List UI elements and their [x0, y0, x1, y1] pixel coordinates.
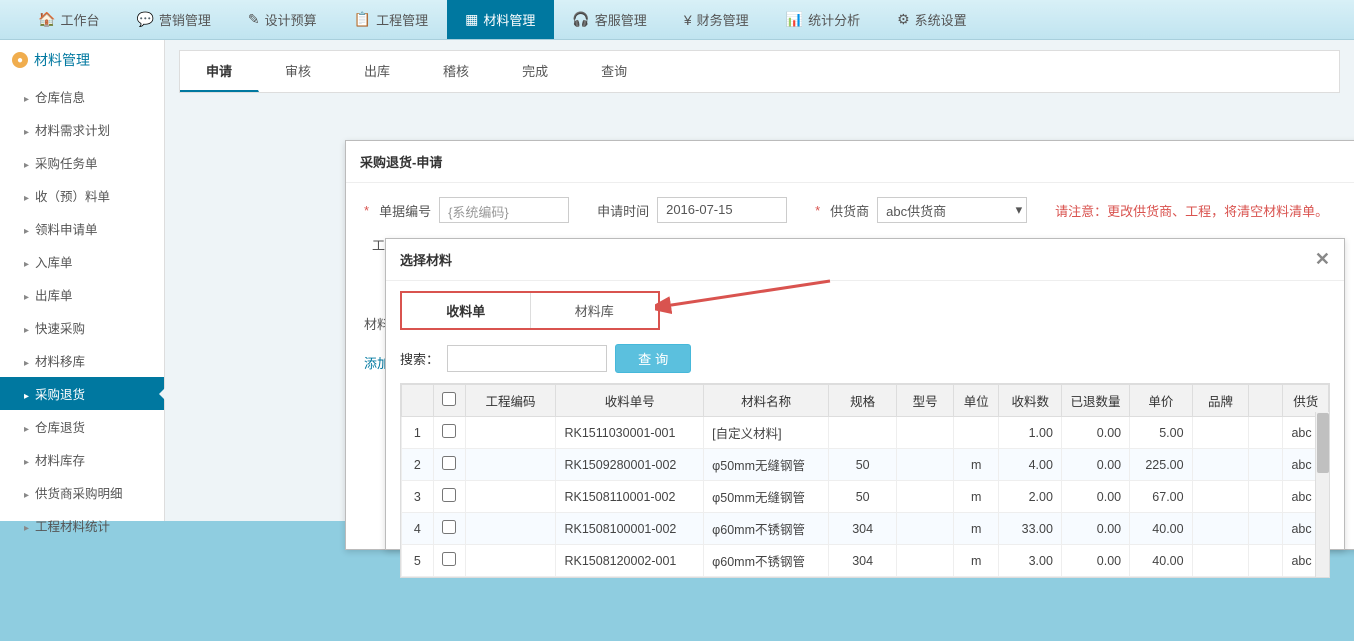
sidebar-title-text: 材料管理 — [34, 50, 90, 70]
sub-tabs: 申请审核出库稽核完成查询 — [179, 50, 1340, 93]
sidebar-item[interactable]: 材料移库 — [0, 344, 164, 377]
nav-label: 设计预算 — [265, 10, 317, 29]
topnav-item[interactable]: 🎧 客服管理 — [554, 0, 665, 39]
topnav-item[interactable]: 🏠 工作台 — [20, 0, 118, 39]
chevron-down-icon: ▾ — [1016, 202, 1023, 218]
search-label: 搜索： — [400, 349, 439, 368]
table-row[interactable]: 4RK1508100001-002φ60mm不锈钢管304m33.000.004… — [402, 513, 1329, 545]
nav-icon: ▦ — [465, 11, 478, 28]
sidebar: ● 材料管理 仓库信息材料需求计划采购任务单收（预）料单领料申请单入库单出库单快… — [0, 40, 165, 521]
sidebar-bullet-icon: ● — [12, 52, 28, 68]
material-tab[interactable]: 材料库 — [531, 293, 659, 328]
search-input[interactable] — [447, 345, 607, 372]
subtab[interactable]: 申请 — [180, 51, 259, 92]
nav-icon: ¥ — [684, 12, 692, 28]
material-tab[interactable]: 收料单 — [402, 293, 530, 328]
col-header: 品牌 — [1192, 385, 1249, 417]
sidebar-item[interactable]: 收（预）料单 — [0, 179, 164, 212]
col-header: 单位 — [954, 385, 999, 417]
table-row[interactable]: 5RK1508120002-001φ60mm不锈钢管304m3.000.0040… — [402, 545, 1329, 577]
sidebar-item[interactable]: 领料申请单 — [0, 212, 164, 245]
topnav-item[interactable]: 📋 工程管理 — [336, 0, 447, 39]
col-header — [433, 385, 465, 417]
date-input[interactable]: 2016-07-15 — [657, 197, 787, 223]
subtab[interactable]: 出库 — [338, 51, 417, 92]
col-header — [402, 385, 434, 417]
material-picker-modal: 选择材料 ✕ 收料单材料库 搜索： 查 询 工程编码收料单号材料名称规格型号单位… — [385, 238, 1345, 550]
topnav-item[interactable]: ¥ 财务管理 — [666, 0, 768, 39]
col-header: 收料数 — [999, 385, 1061, 417]
nav-label: 营销管理 — [159, 10, 211, 29]
sidebar-item[interactable]: 仓库退货 — [0, 410, 164, 443]
nav-icon: 📋 — [354, 11, 371, 28]
row-checkbox[interactable] — [442, 456, 456, 470]
date-label: 申请时间 — [597, 201, 649, 220]
nav-icon: 📊 — [786, 11, 803, 28]
col-header: 收料单号 — [556, 385, 704, 417]
sidebar-item[interactable]: 出库单 — [0, 278, 164, 311]
row-checkbox[interactable] — [442, 520, 456, 534]
nav-icon: ✎ — [248, 11, 260, 28]
subtab[interactable]: 查询 — [575, 51, 654, 92]
nav-label: 工程管理 — [376, 10, 428, 29]
nav-icon: 🏠 — [38, 11, 55, 28]
modal1-title: 采购退货-申请 — [360, 152, 442, 171]
nav-label: 统计分析 — [808, 10, 860, 29]
code-input[interactable]: {系统编码} — [439, 197, 569, 223]
query-button[interactable]: 查 询 — [615, 344, 691, 373]
row-checkbox[interactable] — [442, 552, 456, 566]
topnav-item[interactable]: ▦ 材料管理 — [447, 0, 554, 39]
nav-label: 材料管理 — [483, 10, 535, 29]
content-area: 申请审核出库稽核完成查询 删除/批量删除 采购退货-申请 ✕ *单据编号 {系统… — [165, 40, 1354, 521]
code-label: 单据编号 — [379, 201, 431, 220]
sidebar-item[interactable]: 快速采购 — [0, 311, 164, 344]
select-all-checkbox[interactable] — [442, 392, 456, 406]
col-header: 单价 — [1130, 385, 1192, 417]
sidebar-item[interactable]: 供货商采购明细 — [0, 476, 164, 509]
supplier-label: 供货商 — [830, 201, 869, 220]
sidebar-title: ● 材料管理 — [0, 40, 164, 80]
sidebar-item[interactable]: 工程材料统计 — [0, 509, 164, 542]
supplier-select[interactable]: abc供货商▾ — [877, 197, 1027, 223]
topnav-item[interactable]: ✎ 设计预算 — [230, 0, 336, 39]
topnav-item[interactable]: 📊 统计分析 — [768, 0, 879, 39]
material-table: 工程编码收料单号材料名称规格型号单位收料数已退数量单价品牌供货1RK151103… — [400, 383, 1330, 578]
col-header: 工程编码 — [465, 385, 556, 417]
sidebar-item[interactable]: 入库单 — [0, 245, 164, 278]
row-checkbox[interactable] — [442, 488, 456, 502]
modal2-title: 选择材料 — [400, 250, 452, 269]
table-row[interactable]: 2RK1509280001-002φ50mm无缝钢管50m4.000.00225… — [402, 449, 1329, 481]
nav-icon: 🎧 — [572, 11, 589, 28]
material-tabs: 收料单材料库 — [400, 291, 660, 330]
subtab[interactable]: 完成 — [496, 51, 575, 92]
sidebar-item[interactable]: 采购任务单 — [0, 146, 164, 179]
sidebar-item[interactable]: 材料需求计划 — [0, 113, 164, 146]
nav-label: 工作台 — [60, 10, 99, 29]
row-checkbox[interactable] — [442, 424, 456, 438]
nav-label: 财务管理 — [697, 10, 749, 29]
nav-icon: 💬 — [136, 11, 153, 28]
nav-label: 系统设置 — [915, 10, 967, 29]
sidebar-item[interactable]: 仓库信息 — [0, 80, 164, 113]
topnav-item[interactable]: 💬 营销管理 — [118, 0, 229, 39]
table-row[interactable]: 1RK1511030001-001[自定义材料]1.000.005.00abc — [402, 417, 1329, 449]
close-icon[interactable]: ✕ — [1315, 249, 1330, 270]
col-header — [1249, 385, 1283, 417]
subtab[interactable]: 稽核 — [417, 51, 496, 92]
nav-icon: ⚙ — [897, 11, 910, 28]
subtab[interactable]: 审核 — [259, 51, 338, 92]
nav-label: 客服管理 — [595, 10, 647, 29]
table-row[interactable]: 3RK1508110001-002φ50mm无缝钢管50m2.000.0067.… — [402, 481, 1329, 513]
col-header: 材料名称 — [704, 385, 829, 417]
table-scrollbar[interactable] — [1315, 412, 1329, 577]
col-header: 规格 — [829, 385, 897, 417]
col-header: 已退数量 — [1061, 385, 1129, 417]
sidebar-item[interactable]: 材料库存 — [0, 443, 164, 476]
sidebar-item[interactable]: 采购退货 — [0, 377, 164, 410]
col-header: 型号 — [897, 385, 954, 417]
top-nav: 🏠 工作台 💬 营销管理 ✎ 设计预算 📋 工程管理 ▦ 材料管理 🎧 客服管理 ¥ 财务管理 📊 统计分析 ⚙… — [0, 0, 1354, 40]
topnav-item[interactable]: ⚙ 系统设置 — [879, 0, 986, 39]
supplier-warning: 请注意：更改供货商、工程，将清空材料清单。 — [1055, 201, 1328, 220]
